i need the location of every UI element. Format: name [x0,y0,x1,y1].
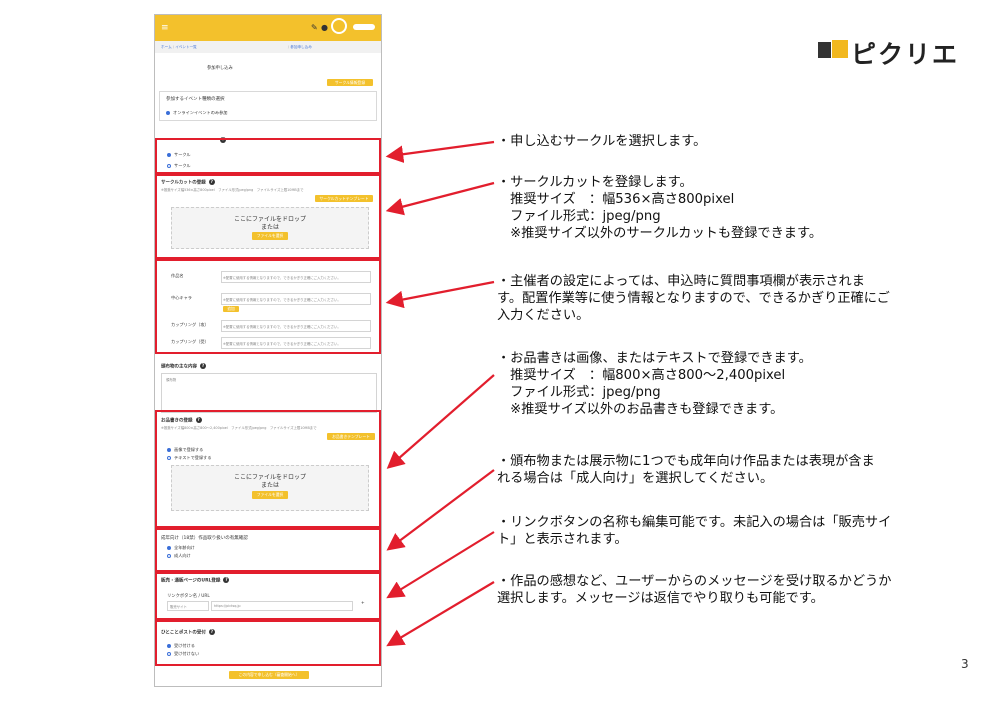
note-adult: ・頒布物または展示物に1つでも成年向け作品または表現が含ま れる場合は「成人向け… [497,454,875,486]
note-circle-cut: ・サークルカットを登録します。 推奨サイズ ：幅536×高さ800pixel フ… [497,175,823,241]
note-questions: ・主催者の設定によっては、申込時に質問事項欄が表示されま す。配置作業等に使う情… [497,274,890,323]
arrow-2 [385,181,495,216]
note-circle-select: ・申し込むサークルを選択します。 [497,134,707,149]
arrow-3 [385,280,495,309]
note-hitokoto: ・作品の感想など、ユーザーからのメッセージを受け取るかどうか 選択します。メッセ… [497,574,892,606]
page-number: 3 [961,657,969,671]
arrow-6 [386,531,495,599]
arrow-7 [386,581,495,647]
arrow-1 [385,140,495,163]
arrow-5 [386,469,495,551]
note-menu: ・お品書きは画像、またはテキストで登録できます。 推奨サイズ ：幅800×高さ8… [497,351,812,417]
arrow-4 [386,374,495,469]
note-link-button: ・リンクボタンの名称も編集可能です。未記入の場合は「販売サイ ト」と表示されます… [497,515,892,547]
